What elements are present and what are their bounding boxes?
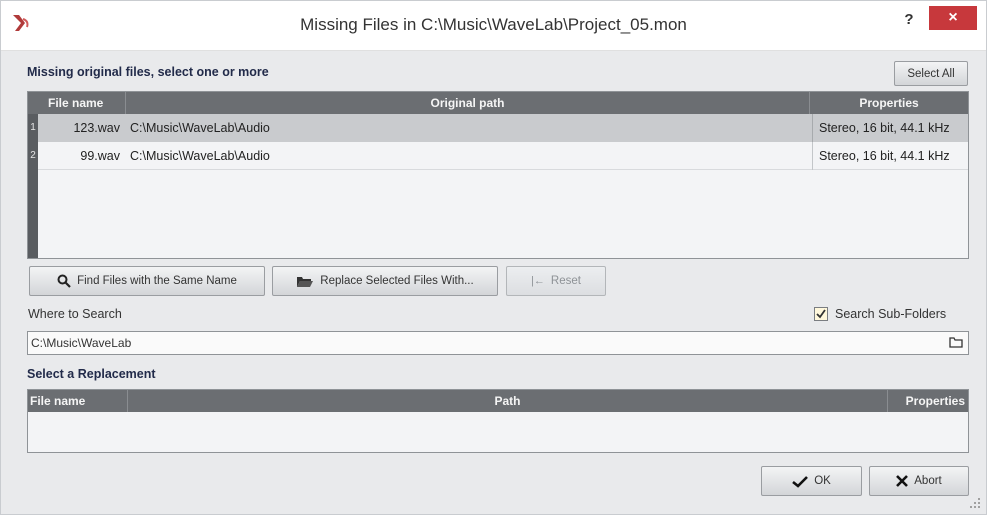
close-button[interactable]: × bbox=[929, 6, 977, 30]
browse-folder-icon[interactable] bbox=[949, 336, 964, 349]
col-properties[interactable]: Properties bbox=[810, 92, 968, 114]
missing-files-table: File name Original path Properties 1 123… bbox=[27, 91, 969, 259]
ok-label: OK bbox=[814, 475, 831, 487]
col-file-name[interactable]: File name bbox=[38, 92, 126, 114]
replace-selected-button[interactable]: Replace Selected Files With... bbox=[272, 266, 498, 296]
resize-grip-icon[interactable] bbox=[967, 495, 981, 509]
search-subfolders-checkbox[interactable] bbox=[814, 307, 828, 321]
cross-icon bbox=[896, 475, 909, 487]
ok-button[interactable]: OK bbox=[761, 466, 862, 496]
cell-properties: Stereo, 16 bit, 44.1 kHz bbox=[812, 114, 968, 142]
cell-file-name: 99.wav bbox=[80, 149, 120, 163]
help-button[interactable]: ? bbox=[896, 9, 922, 33]
table-row[interactable]: 2 99.wav C:\Music\WaveLab\Audio Stereo, … bbox=[28, 142, 968, 170]
table-row[interactable]: 1 123.wav C:\Music\WaveLab\Audio Stereo,… bbox=[28, 114, 968, 142]
reset-icon: |← bbox=[531, 275, 545, 287]
row-number: 1 bbox=[28, 114, 38, 142]
reset-button[interactable]: |← Reset bbox=[506, 266, 606, 296]
search-path-field[interactable]: C:\Music\WaveLab bbox=[27, 331, 969, 355]
replacement-header: File name Path Properties bbox=[28, 390, 968, 412]
abort-label: Abort bbox=[914, 475, 942, 487]
cell-properties: Stereo, 16 bit, 44.1 kHz bbox=[812, 142, 968, 170]
app-logo-icon bbox=[13, 15, 29, 31]
col-path[interactable]: Path bbox=[128, 390, 888, 412]
cell-file-name: 123.wav bbox=[73, 121, 120, 135]
abort-button[interactable]: Abort bbox=[869, 466, 969, 496]
col-file-name[interactable]: File name bbox=[28, 390, 128, 412]
checkmark-icon bbox=[792, 475, 809, 488]
window-title: Missing Files in C:\Music\WaveLab\Projec… bbox=[300, 15, 687, 34]
select-all-button[interactable]: Select All bbox=[894, 61, 968, 86]
cell-original-path: C:\Music\WaveLab\Audio bbox=[130, 149, 270, 163]
search-icon bbox=[57, 274, 71, 288]
replacement-table: File name Path Properties bbox=[27, 389, 969, 453]
col-properties[interactable]: Properties bbox=[888, 390, 968, 412]
select-replacement-heading: Select a Replacement bbox=[27, 367, 156, 381]
find-files-button[interactable]: Find Files with the Same Name bbox=[29, 266, 265, 296]
col-original-path[interactable]: Original path bbox=[126, 92, 810, 114]
search-subfolders-label: Search Sub-Folders bbox=[835, 307, 947, 321]
select-all-label: Select All bbox=[907, 67, 955, 80]
folder-open-icon bbox=[297, 276, 314, 287]
where-to-search-label: Where to Search bbox=[28, 307, 122, 321]
missing-files-heading: Missing original files, select one or mo… bbox=[27, 65, 269, 79]
missing-files-header: File name Original path Properties bbox=[28, 92, 968, 114]
search-path-value: C:\Music\WaveLab bbox=[31, 336, 132, 350]
checkmark-icon bbox=[816, 309, 826, 319]
title-bar: Missing Files in C:\Music\WaveLab\Projec… bbox=[1, 1, 986, 51]
cell-original-path: C:\Music\WaveLab\Audio bbox=[130, 121, 270, 135]
missing-files-dialog: Missing Files in C:\Music\WaveLab\Projec… bbox=[0, 0, 987, 515]
find-files-label: Find Files with the Same Name bbox=[77, 275, 237, 287]
replace-selected-label: Replace Selected Files With... bbox=[320, 275, 474, 287]
row-number: 2 bbox=[28, 142, 38, 170]
reset-label: Reset bbox=[550, 275, 581, 287]
